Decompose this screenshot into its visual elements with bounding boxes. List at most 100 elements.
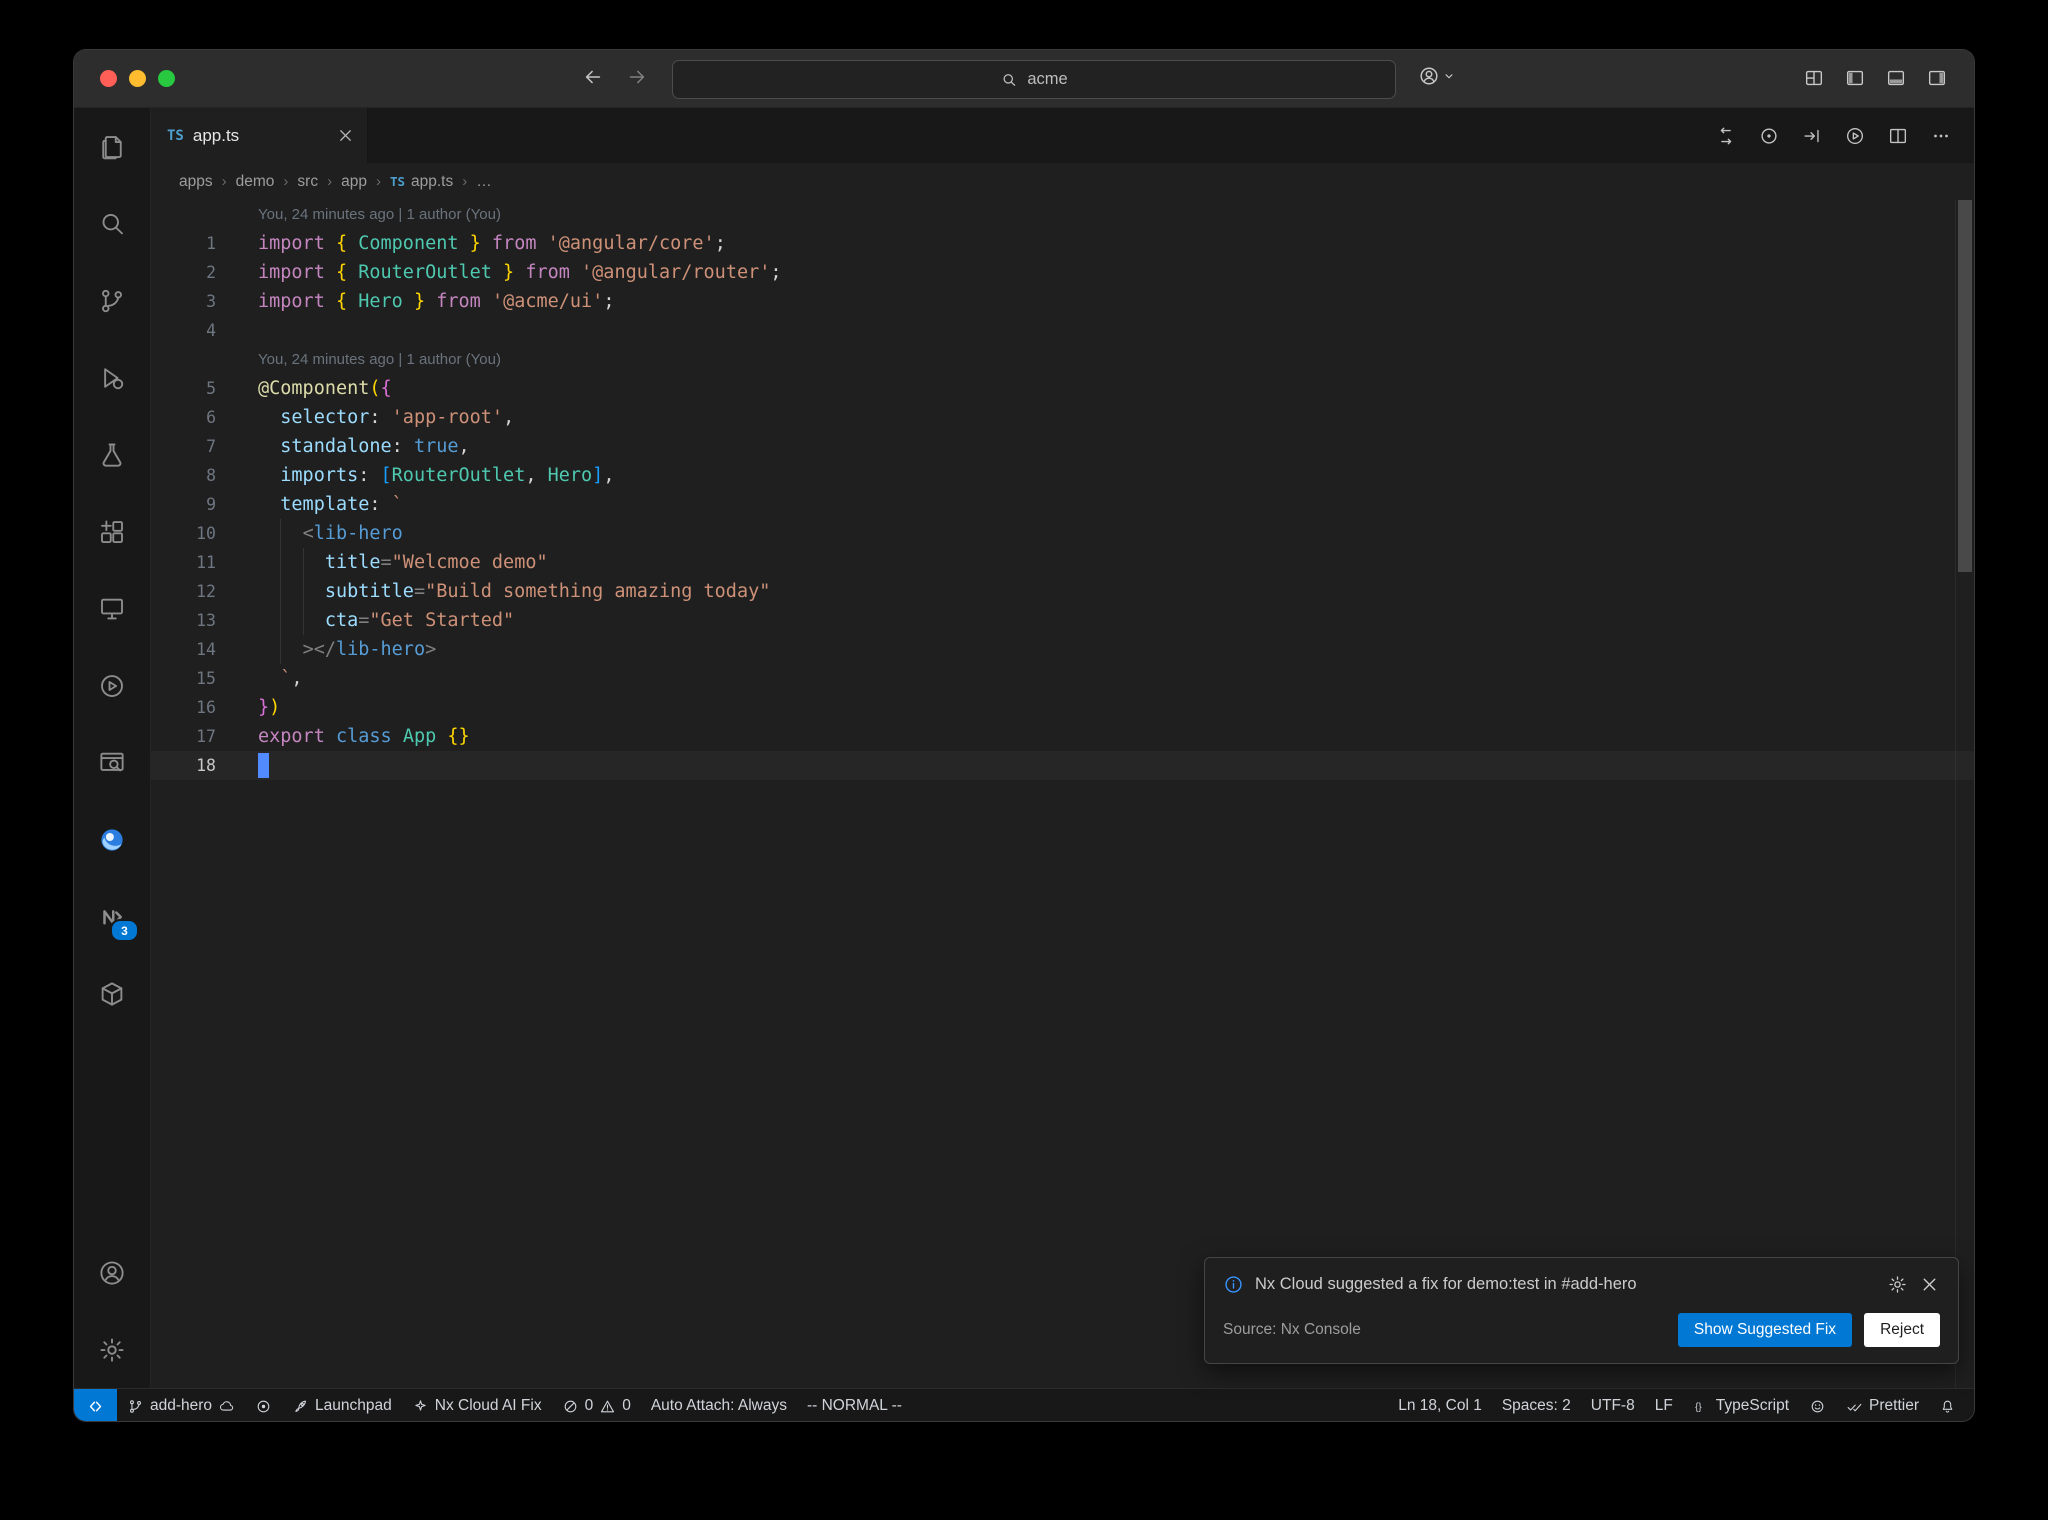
breadcrumb-item-demo[interactable]: demo [236, 173, 275, 191]
reject-button[interactable]: Reject [1864, 1313, 1940, 1347]
activity-item-edge-devtools[interactable] [74, 801, 150, 878]
maximize-window-button[interactable] [158, 70, 175, 87]
source-control-graph-icon[interactable] [1758, 125, 1780, 147]
activity-item-accounts[interactable] [74, 1234, 150, 1311]
editor-scrollbar[interactable] [1955, 200, 1974, 1388]
status-encoding[interactable]: UTF-8 [1581, 1389, 1645, 1421]
panel-left-icon[interactable] [1844, 67, 1866, 89]
open-changes-icon[interactable] [1715, 125, 1737, 147]
activity-item-nx-console[interactable]: 3 [74, 878, 150, 955]
breadcrumb-separator: › [462, 173, 468, 190]
status-language-mode[interactable]: {} TypeScript [1683, 1389, 1799, 1421]
navigate-forward-icon[interactable] [626, 66, 648, 88]
explorer-icon [97, 132, 127, 162]
panel-right-icon[interactable] [1926, 67, 1948, 89]
status-notifications-bell[interactable] [1929, 1389, 1966, 1421]
breadcrumb-label: app [341, 172, 367, 190]
breadcrumb-item-apps[interactable]: apps [179, 173, 213, 191]
status-problems[interactable]: 00 [552, 1389, 641, 1421]
code-row: 12 subtitle="Build something amazing tod… [151, 577, 1974, 606]
edge-devtools-icon [97, 825, 127, 855]
activity-item-live-preview[interactable] [74, 724, 150, 801]
breadcrumb-item-app-ts[interactable]: TS app.ts [390, 173, 453, 191]
panel-bottom-icon[interactable] [1885, 67, 1907, 89]
error-icon [562, 1398, 579, 1415]
typescript-file-icon: TS [167, 127, 184, 144]
split-editor-icon[interactable] [1887, 125, 1909, 147]
source-control-icon [97, 286, 127, 316]
status-remote-indicator[interactable] [74, 1389, 117, 1421]
status-launchpad[interactable]: Launchpad [282, 1389, 402, 1421]
info-icon [1223, 1274, 1244, 1295]
breadcrumb-item-src[interactable]: src [297, 173, 318, 191]
code-line: subtitle="Build something amazing today" [258, 577, 1974, 606]
navigate-back-icon[interactable] [582, 66, 604, 88]
code-row: 14 ></lib-hero> [151, 635, 1974, 664]
code-editor[interactable]: You, 24 minutes ago | 1 author (You) 1 imp… [151, 200, 1974, 1388]
search-input[interactable]: acme [672, 60, 1396, 99]
status-label: add-hero [150, 1397, 213, 1414]
status-git-branch[interactable]: add-hero [117, 1389, 245, 1421]
layout-grid-icon[interactable] [1803, 67, 1825, 89]
indent-guide [302, 606, 304, 635]
breadcrumb-label: app.ts [411, 172, 454, 190]
line-number: 3 [206, 292, 216, 311]
activity-item-package-explorer[interactable] [74, 955, 150, 1032]
code-row: 13 cta="Get Started" [151, 606, 1974, 635]
more-actions-icon[interactable] [1930, 125, 1952, 147]
notification-settings-icon[interactable] [1887, 1274, 1908, 1295]
activity-item-testing[interactable] [74, 416, 150, 493]
status-prettier[interactable]: Prettier [1836, 1389, 1929, 1421]
close-tab-icon[interactable] [336, 126, 355, 145]
activity-item-search[interactable] [74, 185, 150, 262]
status-nx-cloud-ai-fix[interactable]: Nx Cloud AI Fix [402, 1389, 552, 1421]
breadcrumb-label: demo [235, 172, 275, 190]
settings-icon [97, 1335, 127, 1365]
status-indentation[interactable]: Spaces: 2 [1492, 1389, 1581, 1421]
status-feedback[interactable] [1799, 1389, 1836, 1421]
breadcrumb-label: … [476, 172, 492, 190]
search-icon [97, 209, 127, 239]
search-icon [1000, 71, 1018, 89]
tab-label: app.ts [192, 125, 240, 145]
code-row: 15 `, [151, 664, 1974, 693]
accounts-menu[interactable] [1418, 65, 1456, 87]
close-window-button[interactable] [100, 70, 117, 87]
activity-item-source-control[interactable] [74, 262, 150, 339]
status-eol-selector[interactable]: LF [1645, 1389, 1683, 1421]
breadcrumb-item--[interactable]: … [476, 173, 492, 191]
indent-guide [280, 519, 282, 548]
activity-item-explorer[interactable] [74, 108, 150, 185]
activity-item-run-and-debug[interactable] [74, 339, 150, 416]
code-line: import { Hero } from '@acme/ui'; [258, 291, 615, 312]
title-bar: acme [74, 50, 1974, 108]
line-number: 18 [196, 756, 216, 775]
run-below-icon[interactable] [1801, 125, 1823, 147]
scrollbar-thumb[interactable] [1958, 200, 1972, 572]
status-nx-target[interactable] [245, 1389, 282, 1421]
code-line: import { Component } from '@angular/core… [258, 233, 726, 254]
breadcrumb-separator: › [283, 173, 289, 190]
activity-item-settings[interactable] [74, 1311, 150, 1388]
code-line: }) [258, 697, 281, 718]
minimize-window-button[interactable] [129, 70, 146, 87]
activity-item-extensions[interactable] [74, 493, 150, 570]
status-vim-mode[interactable]: -- NORMAL -- [797, 1389, 912, 1421]
line-number: 15 [196, 669, 216, 688]
code-row: 1 import { Component } from '@angular/cor… [151, 229, 1974, 258]
status-label: Prettier [1869, 1397, 1919, 1414]
line-number: 13 [196, 611, 216, 630]
notification-close-icon[interactable] [1919, 1274, 1940, 1295]
status-auto-attach[interactable]: Auto Attach: Always [641, 1389, 797, 1421]
run-file-icon[interactable] [1844, 125, 1866, 147]
code-line: standalone: true, [280, 436, 470, 457]
activity-item-run-circle[interactable] [74, 647, 150, 724]
status-cursor-position[interactable]: Ln 18, Col 1 [1388, 1389, 1492, 1421]
line-number: 11 [196, 553, 216, 572]
show-suggested-fix-button[interactable]: Show Suggested Fix [1677, 1313, 1853, 1347]
activity-item-remote-explorer[interactable] [74, 570, 150, 647]
breadcrumb-item-app[interactable]: app [341, 173, 367, 191]
status-label: Nx Cloud AI Fix [434, 1397, 542, 1414]
code-line: imports: [RouterOutlet, Hero], [280, 465, 615, 486]
tab-app-ts[interactable]: TS app.ts [151, 108, 368, 163]
